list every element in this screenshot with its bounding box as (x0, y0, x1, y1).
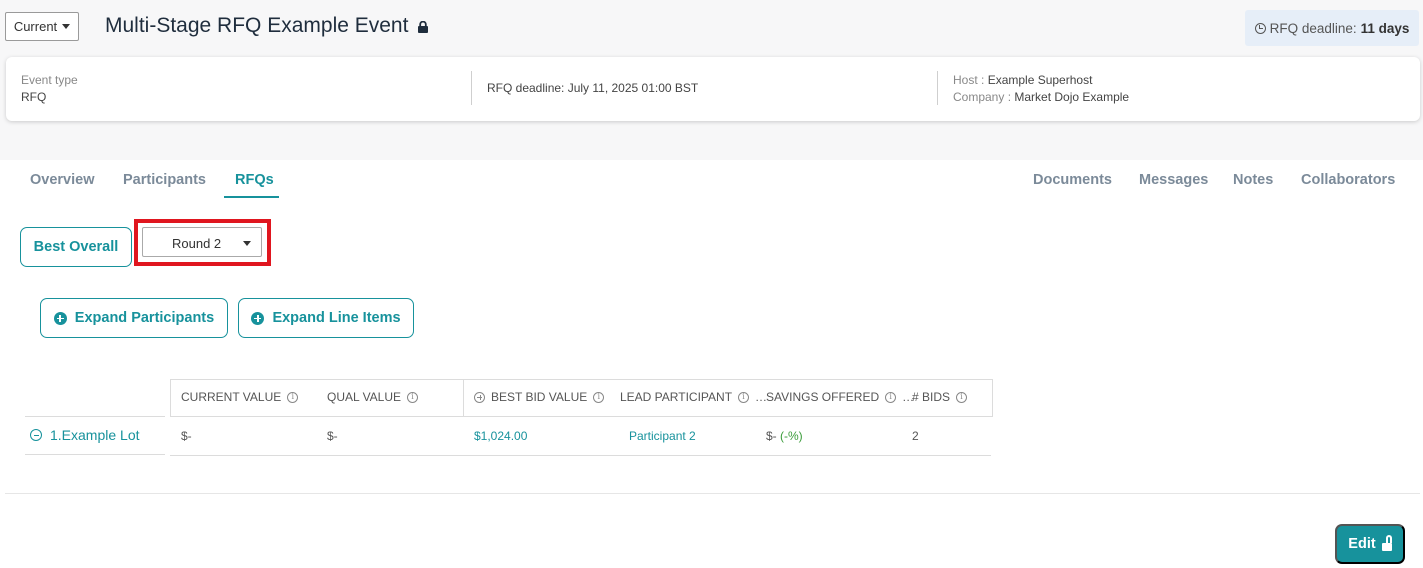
current-value-cell: $- (181, 429, 192, 443)
info-icon[interactable]: i (885, 391, 897, 403)
edit-button-label: Edit (1348, 536, 1376, 552)
unlock-icon (1381, 535, 1392, 551)
tab-notes[interactable]: Notes (1233, 172, 1273, 188)
tab-participants[interactable]: Participants (123, 172, 206, 188)
version-dropdown-button[interactable]: Current (5, 12, 79, 41)
rfq-deadline-text: RFQ deadline: July 11, 2025 01:00 BST (487, 81, 699, 95)
savings-offered-cell: $- (-%) (766, 429, 803, 443)
event-type-value: RFQ (21, 90, 47, 104)
host-line: Host : Example Superhost (953, 72, 1129, 89)
savings-percent: (-%) (780, 429, 803, 443)
best-bid-value-cell[interactable]: $1,024.00 (474, 429, 527, 443)
caret-down-icon (243, 241, 251, 246)
info-icon[interactable]: i (593, 391, 605, 403)
company-line: Company : Market Dojo Example (953, 89, 1129, 106)
info-icon[interactable]: i (956, 391, 968, 403)
table-border-right (992, 379, 993, 417)
active-tab-indicator (224, 196, 279, 198)
savings-amount: $- (766, 429, 777, 443)
tab-messages[interactable]: Messages (1139, 172, 1208, 188)
round-select[interactable]: Round 2 (142, 227, 262, 257)
header-current-value: CURRENT VALUE i (181, 390, 299, 404)
header-best-bid-value: BEST BID VALUE i (474, 390, 605, 404)
event-type-label: Event type (21, 73, 78, 87)
expand-line-items-label: Expand Line Items (272, 310, 401, 326)
lot-row-header[interactable]: 1.Example Lot (30, 427, 140, 443)
event-tabs: Overview Participants RFQs Documents Mes… (0, 162, 1423, 202)
lock-icon (418, 21, 429, 33)
event-type-block: Event type RFQ (21, 72, 78, 106)
qual-value-cell: $- (327, 429, 338, 443)
best-overall-button[interactable]: Best Overall (20, 227, 132, 267)
table-border-left (170, 379, 171, 417)
table-divider (463, 379, 464, 417)
tab-collaborators[interactable]: Collaborators (1301, 172, 1395, 188)
company-label: Company : (953, 90, 1012, 104)
header-lead-participant-label: LEAD PARTICIPANT (620, 390, 733, 404)
page-title: Multi-Stage RFQ Example Event (105, 14, 429, 38)
tab-overview[interactable]: Overview (30, 172, 95, 188)
event-info-card: Event type RFQ RFQ deadline: July 11, 20… (6, 57, 1420, 121)
round-select-value: Round 2 (172, 236, 222, 251)
deadline-badge-label: RFQ deadline: (1269, 20, 1357, 36)
event-title-text: Multi-Stage RFQ Example Event (105, 14, 409, 37)
header-lead-participant: LEAD PARTICIPANT i… (620, 390, 767, 404)
lot-name: 1.Example Lot (50, 427, 140, 443)
plus-circle-icon (251, 311, 265, 325)
deadline-badge: RFQ deadline: 11 days (1245, 10, 1419, 46)
row-divider (25, 454, 165, 455)
collapse-icon[interactable] (30, 429, 42, 441)
plus-circle-icon (53, 311, 67, 325)
host-value: Example Superhost (987, 73, 1093, 87)
version-dropdown-label: Current (13, 19, 58, 34)
host-company-block: Host : Example Superhost Company : Marke… (953, 72, 1129, 106)
header-savings-offered-label: SAVINGS OFFERED (766, 390, 880, 404)
header-bids-label: # BIDS (912, 390, 951, 404)
clock-icon (1254, 22, 1266, 34)
info-icon[interactable]: i (738, 391, 750, 403)
lead-participant-cell[interactable]: Participant 2 (629, 429, 696, 443)
tab-documents[interactable]: Documents (1033, 172, 1112, 188)
header-bottom-border (170, 416, 993, 417)
expand-participants-label: Expand Participants (74, 310, 215, 326)
header-savings-offered: SAVINGS OFFERED i… (766, 390, 914, 404)
header-bids: # BIDS i (912, 390, 968, 404)
table-border-top (170, 379, 993, 380)
edit-button[interactable]: Edit (1335, 524, 1405, 564)
deadline-badge-value: 11 days (1360, 20, 1410, 36)
row-divider (25, 416, 165, 417)
expand-participants-button[interactable]: Expand Participants (40, 298, 228, 338)
info-divider (471, 71, 472, 105)
info-icon[interactable]: i (407, 391, 419, 403)
info-divider (937, 71, 938, 105)
host-label: Host : (953, 73, 985, 87)
expand-column-icon[interactable] (474, 391, 485, 403)
header-best-bid-value-label: BEST BID VALUE (491, 390, 588, 404)
info-icon[interactable]: i (287, 391, 299, 403)
header-qual-value: QUAL VALUE i (327, 390, 419, 404)
row-divider (170, 455, 991, 456)
company-value: Market Dojo Example (1014, 90, 1130, 104)
caret-down-icon (62, 24, 71, 29)
header-qual-value-label: QUAL VALUE (327, 390, 402, 404)
expand-line-items-button[interactable]: Expand Line Items (238, 298, 414, 338)
tab-rfqs[interactable]: RFQs (235, 172, 274, 188)
header-current-value-label: CURRENT VALUE (181, 390, 282, 404)
bids-count-cell: 2 (912, 429, 919, 443)
section-divider (5, 493, 1420, 494)
